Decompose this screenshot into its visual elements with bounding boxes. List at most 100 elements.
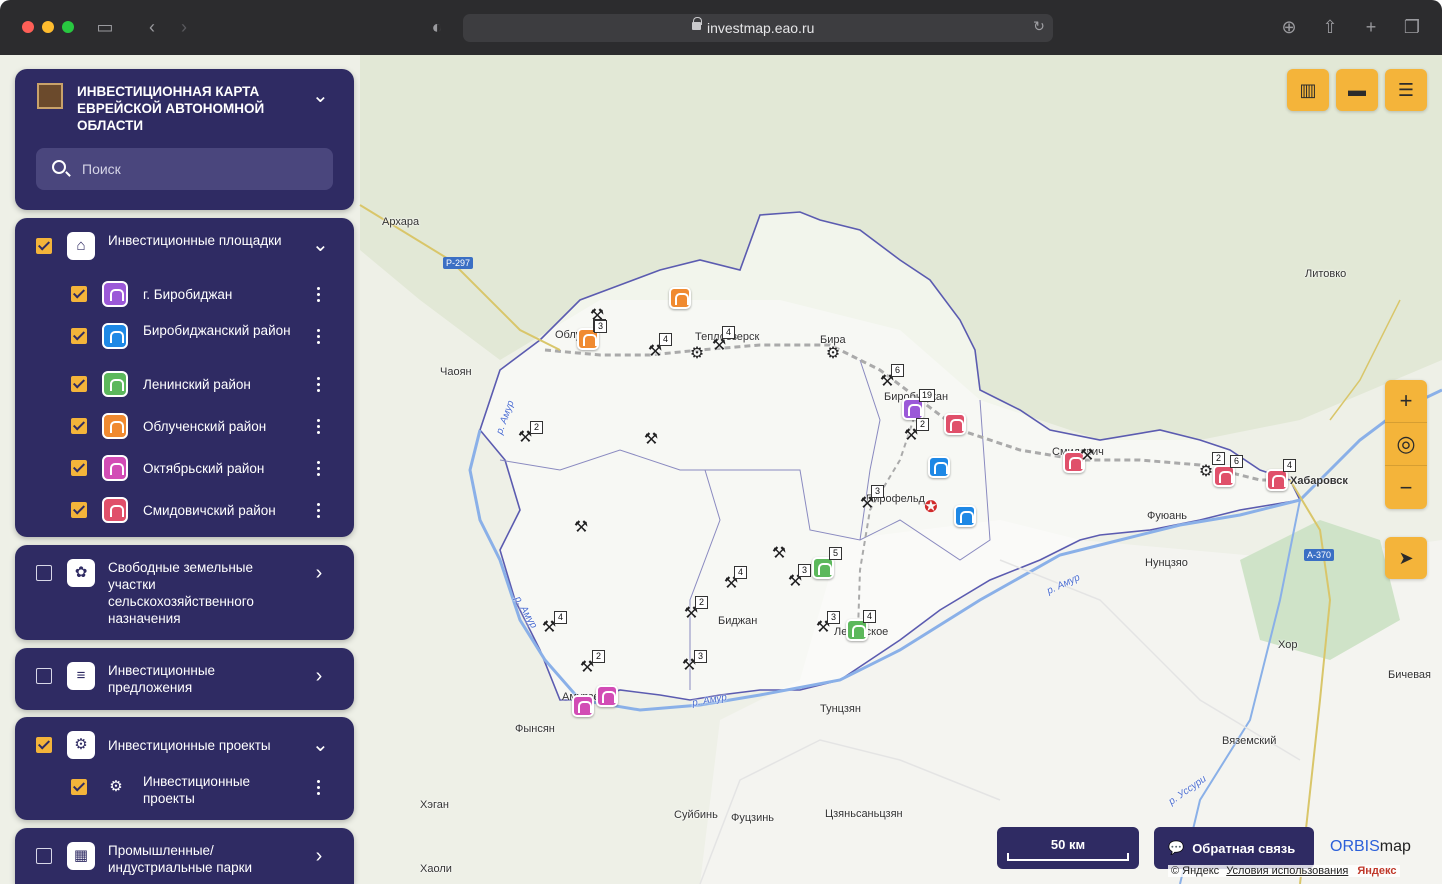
collapse-group-icon[interactable]: [312, 240, 326, 254]
back-icon[interactable]: ‹: [141, 16, 163, 38]
site-marker-smidovichsky[interactable]: [944, 413, 966, 435]
layer-group-free-land: ✿ Свободные земельные участки сельскохоз…: [15, 545, 354, 640]
place-label: Цзяньсаньцзян: [825, 808, 903, 820]
invest-offers-checkbox[interactable]: [36, 668, 52, 684]
cluster-count: 4: [863, 610, 876, 623]
header-card: ИНВЕСТИЦИОННАЯ КАРТА ЕВРЕЙСКОЙ АВТОНОМНО…: [15, 69, 354, 210]
place-label: Фуюань: [1147, 510, 1188, 522]
item-checkbox[interactable]: [71, 286, 87, 302]
factory-icon: ⌂: [67, 232, 95, 260]
menu-button[interactable]: ☰: [1385, 69, 1427, 111]
more-options-icon[interactable]: [317, 419, 321, 435]
collapse-group-icon[interactable]: [312, 740, 326, 754]
item-checkbox[interactable]: [71, 328, 87, 344]
site-marker-smidovichsky[interactable]: [1266, 469, 1288, 491]
place-label: Фуцзинь: [731, 812, 775, 824]
expand-group-icon[interactable]: [312, 849, 326, 863]
industrial-parks-checkbox[interactable]: [36, 848, 52, 864]
invest-sites-checkbox[interactable]: [36, 238, 52, 254]
cluster-count: 3: [798, 564, 811, 577]
hammer-icon[interactable]: ⚒: [768, 543, 790, 565]
place-label: Чаоян: [440, 366, 472, 378]
share-icon[interactable]: ⇧: [1319, 16, 1341, 38]
more-options-icon[interactable]: [317, 780, 321, 796]
zoom-out-button[interactable]: −: [1385, 466, 1427, 509]
navigate-button[interactable]: ➤: [1385, 537, 1427, 579]
item-checkbox[interactable]: [71, 418, 87, 434]
free-land-checkbox[interactable]: [36, 565, 52, 581]
item-checkbox[interactable]: [71, 376, 87, 392]
zoom-in-button[interactable]: +: [1385, 380, 1427, 423]
tab-overview-icon[interactable]: ❐: [1401, 16, 1423, 38]
orbis-suffix: map: [1379, 838, 1411, 855]
group-title: Инвестиционные проекты: [108, 738, 271, 753]
ruler-button[interactable]: ▬: [1336, 69, 1378, 111]
district-icon: [102, 281, 128, 307]
place-label: Биджан: [718, 615, 758, 627]
cluster-count: 6: [891, 364, 904, 377]
road-number-badge: Р-297: [443, 257, 474, 269]
item-checkbox[interactable]: [71, 460, 87, 476]
project-icon[interactable]: ⚙: [822, 343, 844, 365]
shield-icon[interactable]: ◐: [426, 16, 448, 38]
lock-icon: [692, 17, 702, 30]
collapse-header-icon[interactable]: [312, 91, 326, 105]
search-box[interactable]: [36, 148, 333, 190]
site-marker-birobidzhansky[interactable]: [928, 456, 950, 478]
item-checkbox[interactable]: [71, 779, 87, 795]
hammer-icon[interactable]: ⚒: [570, 517, 592, 539]
cluster-count: 4: [1283, 459, 1296, 472]
site-marker-leninsky[interactable]: [812, 557, 834, 579]
district-icon: [102, 323, 128, 349]
more-options-icon[interactable]: [317, 329, 321, 345]
group-title: Промышленные/ индустриальные парки: [108, 843, 253, 875]
site-marker-oktyabrsky[interactable]: [572, 695, 594, 717]
place-label: Нунцзяо: [1145, 557, 1188, 569]
reload-icon[interactable]: ↻: [1029, 18, 1049, 35]
district-icon: [102, 371, 128, 397]
more-options-icon[interactable]: [317, 287, 321, 303]
orbis-logo[interactable]: ORBISmap: [1330, 838, 1411, 856]
district-label: Облученский район: [143, 419, 267, 434]
project-highlight-icon[interactable]: ✪: [920, 497, 942, 519]
address-bar[interactable]: investmap.eao.ru ↻: [463, 14, 1053, 42]
cluster-count: 5: [829, 547, 842, 560]
scale-ruler: [1007, 853, 1129, 861]
new-tab-icon[interactable]: +: [1360, 16, 1382, 38]
place-label: Суйбинь: [674, 809, 718, 821]
map-attribution: © Яндекс Условия использования Яндекс: [1168, 865, 1400, 877]
sidebar-toggle-icon[interactable]: ▭: [94, 16, 116, 38]
terms-link[interactable]: Условия использования: [1226, 865, 1348, 877]
expand-group-icon[interactable]: [312, 669, 326, 683]
more-options-icon[interactable]: [317, 461, 321, 477]
feedback-button[interactable]: 💬 Обратная связь: [1154, 827, 1314, 869]
hammer-icon[interactable]: ⚒: [640, 429, 662, 451]
forward-icon[interactable]: ›: [173, 16, 195, 38]
invest-projects-checkbox[interactable]: [36, 737, 52, 753]
more-options-icon[interactable]: [317, 377, 321, 393]
map-layers-button[interactable]: ▥: [1287, 69, 1329, 111]
search-icon: [52, 160, 66, 174]
district-label: Октябрьский район: [143, 461, 265, 476]
cluster-count: 2: [695, 596, 708, 609]
site-marker-obluchensky[interactable]: [669, 287, 691, 309]
expand-group-icon[interactable]: [312, 566, 326, 580]
hammer-icon[interactable]: ⚒: [1076, 445, 1098, 467]
district-icon: [102, 455, 128, 481]
item-checkbox[interactable]: [71, 502, 87, 518]
project-gear-icon: ⚙: [67, 731, 95, 759]
close-window-button[interactable]: [22, 21, 34, 33]
download-icon[interactable]: ⊕: [1278, 16, 1300, 38]
maximize-window-button[interactable]: [62, 21, 74, 33]
site-marker-birobidzhansky[interactable]: [954, 505, 976, 527]
locate-button[interactable]: ◎: [1385, 423, 1427, 466]
cluster-count: 4: [734, 566, 747, 579]
browser-toolbar: ▭ ‹ › ◐ investmap.eao.ru ↻ ⊕ ⇧ + ❐: [0, 0, 1442, 55]
search-input[interactable]: [82, 158, 312, 180]
site-marker-oktyabrsky[interactable]: [596, 685, 618, 707]
more-options-icon[interactable]: [317, 503, 321, 519]
group-title: Инвестиционные площадки: [108, 233, 282, 248]
project-icon[interactable]: ⚙: [686, 343, 708, 365]
minimize-window-button[interactable]: [42, 21, 54, 33]
yandex-logo[interactable]: Яндекс: [1357, 865, 1396, 877]
